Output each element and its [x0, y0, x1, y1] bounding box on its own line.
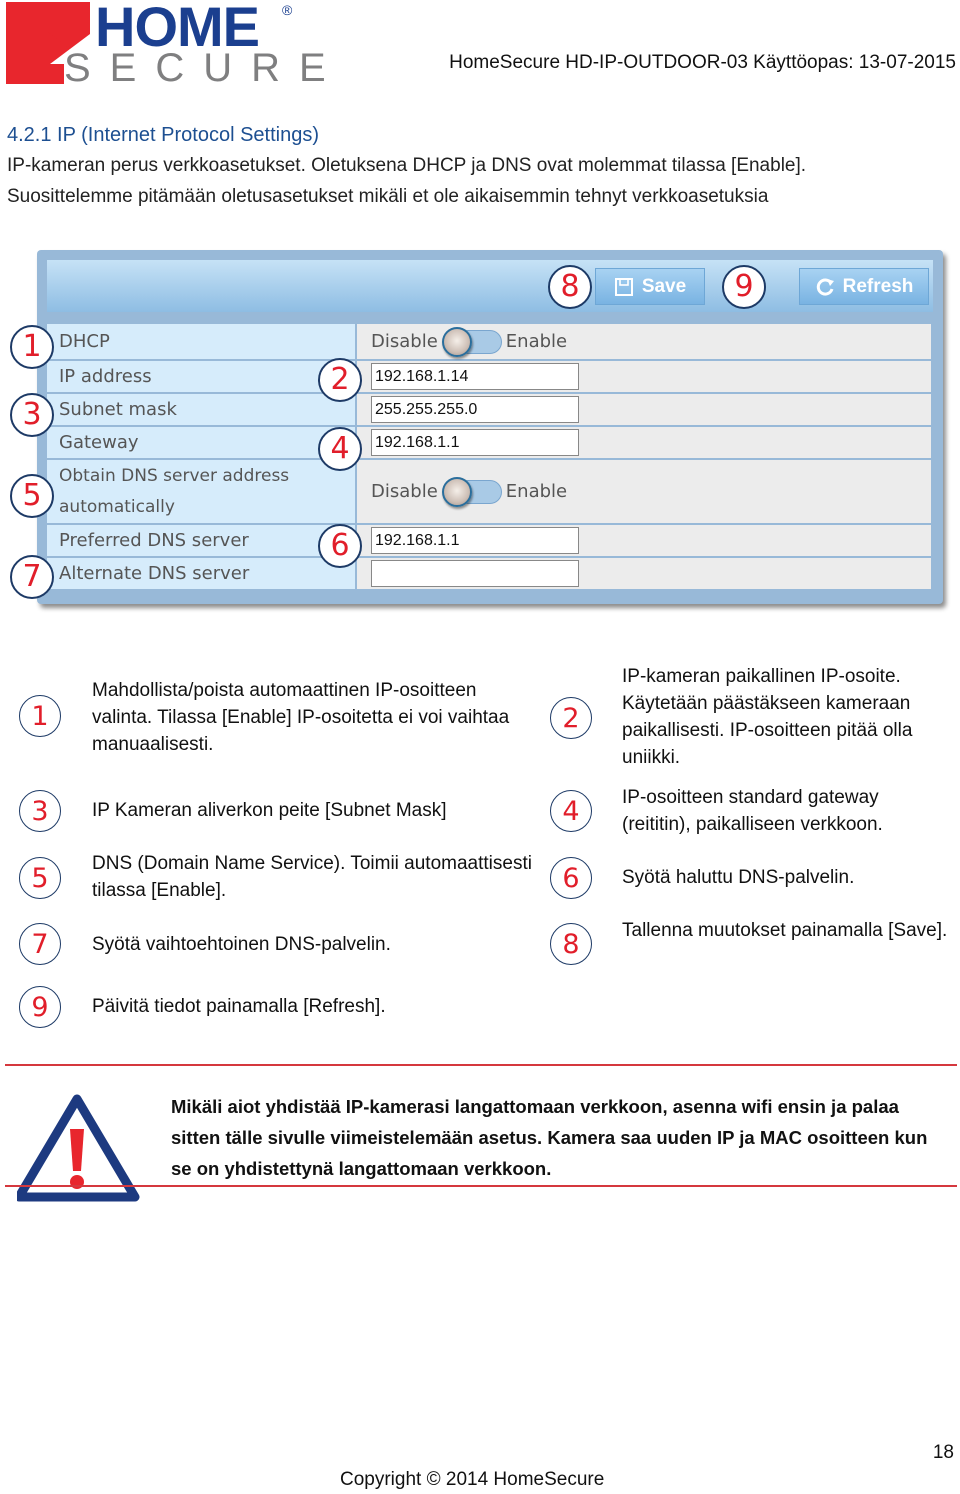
gateway-input[interactable]: 192.168.1.1: [371, 429, 579, 456]
legend-badge-7: 7: [19, 923, 61, 965]
callout-badge-4: 4: [318, 427, 362, 471]
dns-auto-switch[interactable]: [441, 476, 502, 507]
warning-text: Mikäli aiot yhdistää IP-kamerasi langatt…: [171, 1096, 928, 1179]
callout-badge-5: 5: [10, 474, 54, 518]
document-header-title: HomeSecure HD-IP-OUTDOOR-03 Käyttöopas: …: [449, 52, 956, 73]
subnet-mask-input[interactable]: 255.255.255.0: [371, 396, 579, 423]
legend-text-9: Päivitä tiedot painamalla [Refresh].: [92, 996, 386, 1017]
page-number: 18: [932, 1442, 954, 1463]
dns-enable-label: Enable: [505, 481, 568, 502]
legend-text-8: Tallenna muutokset painamalla [Save].: [622, 920, 948, 941]
callout-badge-7: 7: [10, 555, 54, 599]
subnet-mask-label: Subnet mask: [47, 394, 355, 425]
preferred-dns-input[interactable]: 192.168.1.1: [371, 527, 579, 554]
intro-line-1: IP-kameran perus verkkoasetukset. Oletuk…: [7, 155, 807, 176]
refresh-button[interactable]: Refresh: [799, 268, 929, 305]
save-label: Save: [641, 275, 687, 297]
legend-badge-1: 1: [19, 695, 61, 737]
dhcp-switch[interactable]: [441, 326, 502, 357]
legend-text-1: Mahdollista/poista automaattinen IP-osoi…: [92, 680, 510, 755]
preferred-dns-label: Preferred DNS server: [47, 525, 355, 556]
dhcp-label: DHCP: [47, 324, 355, 359]
logo-secure-text: SECURE: [64, 46, 345, 90]
dhcp-disable-label: Disable: [371, 331, 438, 352]
legend-badge-8: 8: [550, 923, 592, 965]
save-button[interactable]: Save: [595, 268, 705, 305]
homesecure-logo: HOME ® SECURE: [6, 0, 326, 90]
legend-text-5: DNS (Domain Name Service). Toimii automa…: [92, 853, 532, 901]
legend-badge-9: 9: [19, 986, 61, 1028]
refresh-label: Refresh: [842, 275, 914, 297]
ip-address-input[interactable]: 192.168.1.14: [371, 363, 579, 390]
obtain-dns-label-line2: automatically: [59, 496, 175, 517]
ip-address-label: IP address: [47, 361, 355, 392]
row-ip-address: IP address 192.168.1.14: [47, 361, 931, 392]
callout-badge-8: 8: [548, 265, 592, 309]
dns-auto-toggle[interactable]: Disable Enable: [371, 476, 568, 507]
floppy-disk-icon: [614, 277, 633, 296]
dhcp-enable-label: Enable: [505, 331, 568, 352]
alternate-dns-input[interactable]: [371, 560, 579, 587]
divider-bottom: [5, 1185, 957, 1187]
registered-mark: ®: [282, 2, 293, 18]
row-preferred-dns: Preferred DNS server 192.168.1.1: [47, 525, 931, 556]
obtain-dns-label-line1: Obtain DNS server address: [59, 465, 290, 486]
callout-badge-3: 3: [10, 393, 54, 437]
callout-badge-6: 6: [318, 524, 362, 568]
callout-badge-2: 2: [318, 358, 362, 402]
legend-text-3: IP Kameran aliverkon peite [Subnet Mask]: [92, 800, 447, 821]
legend-text-6: Syötä haluttu DNS-palvelin.: [622, 867, 855, 888]
legend-text-7: Syötä vaihtoehtoinen DNS-palvelin.: [92, 934, 391, 955]
row-gateway: Gateway 192.168.1.1: [47, 427, 931, 458]
legend-badge-3: 3: [19, 790, 61, 832]
callout-badge-1: 1: [10, 325, 54, 369]
divider-top: [5, 1064, 957, 1066]
panel-toolbar: Save Refresh: [47, 260, 933, 312]
alternate-dns-label: Alternate DNS server: [47, 558, 355, 589]
gateway-label: Gateway: [47, 427, 355, 458]
row-dhcp: DHCP Disable Enable: [47, 324, 931, 359]
intro-line-2: Suosittelemme pitämään oletusasetukset m…: [7, 186, 769, 207]
legend-badge-6: 6: [550, 857, 592, 899]
legend-text-2: IP-kameran paikallinen IP-osoite. Käytet…: [622, 666, 913, 768]
legend-badge-2: 2: [550, 697, 592, 739]
dns-disable-label: Disable: [371, 481, 438, 502]
legend-badge-4: 4: [550, 790, 592, 832]
obtain-dns-label: Obtain DNS server address automatically: [47, 460, 355, 523]
refresh-icon: [816, 278, 834, 296]
dhcp-toggle[interactable]: Disable Enable: [371, 326, 568, 357]
row-alternate-dns: Alternate DNS server: [47, 558, 931, 589]
ip-settings-panel: Save Refresh DHCP Disable Enable IP addr…: [37, 250, 943, 604]
callout-badge-9: 9: [722, 265, 766, 309]
legend-text-4: IP-osoitteen standard gateway (reititin)…: [622, 787, 883, 835]
copyright: Copyright © 2014 HomeSecure: [340, 1469, 605, 1490]
row-subnet-mask: Subnet mask 255.255.255.0: [47, 394, 931, 425]
section-title: 4.2.1 IP (Internet Protocol Settings): [7, 124, 320, 146]
legend-badge-5: 5: [19, 857, 61, 899]
row-obtain-dns: Obtain DNS server address automatically …: [47, 460, 931, 523]
